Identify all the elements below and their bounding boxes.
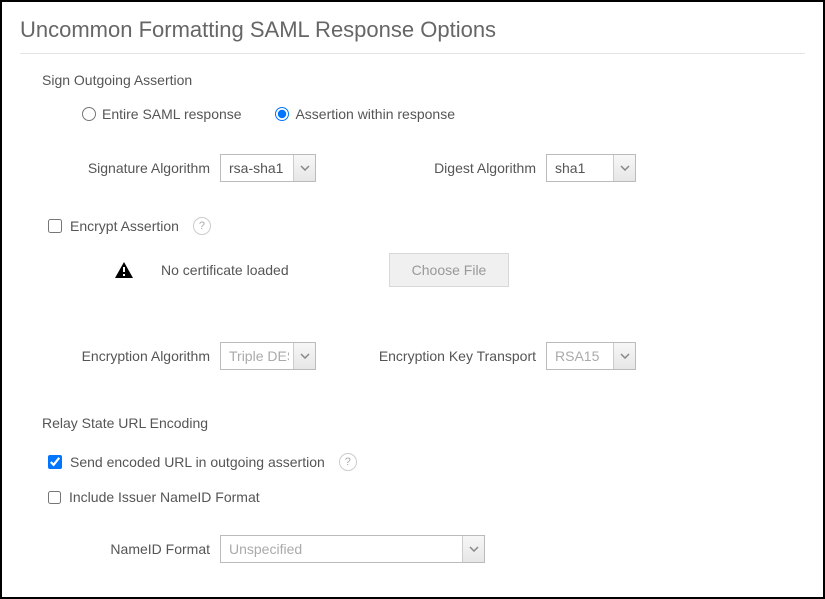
signature-algorithm-select[interactable]: rsa-sha1	[220, 154, 316, 182]
chevron-down-icon	[293, 155, 315, 181]
sign-outgoing-heading: Sign Outgoing Assertion	[42, 72, 805, 88]
help-icon[interactable]: ?	[339, 453, 357, 471]
radio-assertion-input[interactable]	[275, 107, 289, 121]
radio-entire-label: Entire SAML response	[102, 106, 242, 122]
choose-file-button[interactable]: Choose File	[389, 253, 510, 287]
certificate-row: No certificate loaded Choose File	[115, 253, 805, 287]
signature-algorithm-value: rsa-sha1	[229, 160, 289, 176]
chevron-down-icon	[293, 343, 315, 369]
encrypt-assertion-label: Encrypt Assertion	[70, 218, 179, 234]
encrypt-assertion-checkbox[interactable]	[48, 219, 62, 233]
send-encoded-checkbox[interactable]	[48, 455, 62, 469]
chevron-down-icon	[613, 155, 635, 181]
send-encoded-row: Send encoded URL in outgoing assertion ?	[48, 453, 805, 471]
nameid-format-label: NameID Format	[20, 541, 220, 557]
chevron-down-icon	[462, 536, 484, 562]
send-encoded-label: Send encoded URL in outgoing assertion	[70, 454, 325, 470]
warning-icon	[115, 262, 133, 278]
relay-state-heading: Relay State URL Encoding	[42, 415, 805, 431]
encrypt-assertion-row: Encrypt Assertion ?	[48, 217, 805, 235]
digest-algorithm-value: sha1	[555, 160, 609, 176]
chevron-down-icon	[613, 343, 635, 369]
signature-algorithm-row: Signature Algorithm rsa-sha1 Digest Algo…	[20, 154, 805, 182]
page-title: Uncommon Formatting SAML Response Option…	[20, 17, 805, 54]
encryption-key-transport-value: RSA15	[555, 348, 609, 364]
sign-scope-radio-group: Entire SAML response Assertion within re…	[82, 106, 805, 124]
no-certificate-text: No certificate loaded	[161, 262, 289, 278]
digest-algorithm-select[interactable]: sha1	[546, 154, 636, 182]
include-issuer-label: Include Issuer NameID Format	[69, 489, 260, 505]
nameid-format-select[interactable]: Unspecified	[220, 535, 485, 563]
include-issuer-checkbox[interactable]	[48, 491, 61, 504]
encryption-algorithm-label: Encryption Algorithm	[20, 348, 220, 364]
encryption-algorithm-select[interactable]: Triple DES	[220, 342, 316, 370]
encryption-key-transport-select[interactable]: RSA15	[546, 342, 636, 370]
radio-entire-input[interactable]	[82, 107, 96, 121]
radio-assertion-within[interactable]: Assertion within response	[275, 106, 455, 122]
include-issuer-row: Include Issuer NameID Format	[48, 489, 805, 505]
encryption-algorithm-value: Triple DES	[229, 348, 289, 364]
radio-entire-saml[interactable]: Entire SAML response	[82, 106, 242, 122]
help-icon[interactable]: ?	[193, 217, 211, 235]
nameid-format-value: Unspecified	[229, 541, 458, 557]
radio-assertion-label: Assertion within response	[295, 106, 455, 122]
signature-algorithm-label: Signature Algorithm	[20, 160, 220, 176]
nameid-format-row: NameID Format Unspecified	[20, 535, 805, 563]
encryption-key-transport-label: Encryption Key Transport	[316, 348, 546, 364]
digest-algorithm-label: Digest Algorithm	[316, 160, 546, 176]
encryption-algorithm-row: Encryption Algorithm Triple DES Encrypti…	[20, 342, 805, 370]
